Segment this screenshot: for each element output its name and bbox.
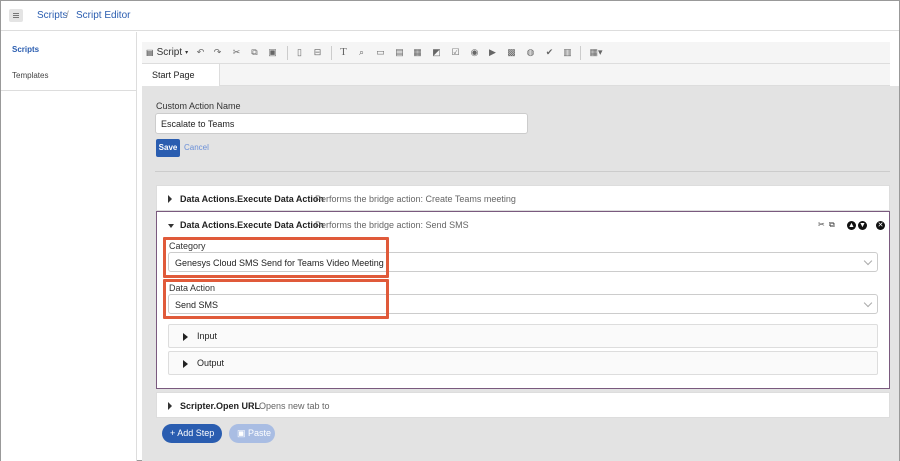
action-row-open-url[interactable]: Scripter.Open URL Opens new tab to xyxy=(156,392,890,418)
table-icon[interactable]: ▥ xyxy=(563,48,572,57)
paste-button[interactable]: ▣ Paste xyxy=(229,424,275,443)
breadcrumb-separator: / xyxy=(66,10,69,21)
highlight-data-action xyxy=(163,279,389,319)
cancel-link[interactable]: Cancel xyxy=(184,143,209,152)
cut-icon[interactable]: ✂ xyxy=(232,48,241,57)
breadcrumb-scripts[interactable]: Scripts xyxy=(37,10,68,21)
top-bar: Scripts / Script Editor xyxy=(1,1,899,31)
globe-icon[interactable]: ◍ xyxy=(526,48,535,57)
input-section[interactable]: Input xyxy=(168,324,878,348)
divider xyxy=(155,171,890,172)
caret-right-icon[interactable] xyxy=(183,333,188,341)
undo-icon[interactable]: ↶ xyxy=(196,48,205,57)
check-icon[interactable]: ✔ xyxy=(545,48,554,57)
caret-right-icon[interactable] xyxy=(168,195,172,203)
action-description: Performs the bridge action: Create Teams… xyxy=(315,194,516,204)
chevron-down-icon xyxy=(863,298,873,308)
action-title: Data Actions.Execute Data Action xyxy=(180,194,324,204)
text-icon[interactable]: T xyxy=(339,47,348,58)
calendar-icon[interactable]: ▦ xyxy=(413,48,422,57)
list-icon[interactable]: ▤ xyxy=(395,48,404,57)
close-icon[interactable]: ✕ xyxy=(876,221,885,230)
output-section[interactable]: Output xyxy=(168,351,878,375)
copy-icon[interactable]: ⧉ xyxy=(250,48,259,57)
move-down-icon[interactable]: ▼ xyxy=(858,221,867,230)
script-menu-label: Script xyxy=(156,47,183,58)
caret-right-icon[interactable] xyxy=(183,360,188,368)
action-description: Opens new tab to xyxy=(259,401,330,411)
paste-label: Paste xyxy=(248,428,272,438)
caret-right-icon[interactable] xyxy=(168,402,172,410)
action-row-create-teams-meeting[interactable]: Data Actions.Execute Data Action Perform… xyxy=(156,185,890,211)
add-step-button[interactable]: + Add Step xyxy=(162,424,222,443)
checkbox-icon[interactable]: ☑ xyxy=(451,48,460,57)
image-icon[interactable]: ◩ xyxy=(432,48,441,57)
output-label: Output xyxy=(197,358,225,368)
caret-down-icon[interactable] xyxy=(168,224,174,228)
sidebar-item-scripts[interactable]: Scripts xyxy=(1,32,137,60)
action-title: Scripter.Open URL xyxy=(180,401,261,411)
breadcrumb-script-editor[interactable]: Script Editor xyxy=(76,10,130,21)
tab-start-page[interactable]: Start Page xyxy=(142,64,220,86)
custom-action-name-label: Custom Action Name xyxy=(156,101,241,111)
paste-icon[interactable]: ▣ xyxy=(268,48,277,57)
radio-icon[interactable]: ◉ xyxy=(470,48,479,57)
highlight-category xyxy=(163,237,389,278)
menu-icon[interactable] xyxy=(9,9,23,22)
move-up-icon[interactable]: ▲ xyxy=(847,221,856,230)
collapse-icon[interactable]: ⊟ xyxy=(313,48,322,57)
input-label: Input xyxy=(197,331,218,341)
grid-dropdown-icon[interactable]: ▦▾ xyxy=(588,48,604,57)
redo-icon[interactable]: ↷ xyxy=(213,48,222,57)
input-icon[interactable]: ▯ xyxy=(295,48,304,57)
script-menu[interactable]: ▤ Script ▾ xyxy=(146,47,188,58)
cut-icon[interactable]: ✂ xyxy=(818,220,825,229)
picture-icon[interactable]: ▩ xyxy=(507,48,516,57)
sidebar-item-templates[interactable]: Templates xyxy=(1,60,137,91)
script-icon: ▤ xyxy=(146,48,154,57)
textbox-icon[interactable]: ▭ xyxy=(376,48,385,57)
search-icon[interactable]: ⌕ xyxy=(357,48,366,57)
chevron-down-icon: ▾ xyxy=(185,50,189,56)
chevron-down-icon xyxy=(863,256,873,266)
copy-icon[interactable]: ⧉ xyxy=(829,220,835,230)
paste-icon: ▣ xyxy=(237,428,249,438)
save-button[interactable]: Save xyxy=(156,139,180,157)
action-description: Performs the bridge action: Send SMS xyxy=(315,220,469,230)
page-tabs: Start Page xyxy=(142,64,890,86)
editor-toolbar: ▤ Script ▾ ↶ ↷ ✂ ⧉ ▣ ▯ ⊟ T ⌕ ▭ ▤ ▦ ◩ ☑ ◉… xyxy=(142,42,890,64)
action-title: Data Actions.Execute Data Action xyxy=(180,220,324,230)
sidebar: Scripts Templates xyxy=(1,32,137,461)
custom-action-name-input[interactable]: Escalate to Teams xyxy=(155,113,528,134)
play-icon[interactable]: ▶ xyxy=(488,48,497,57)
